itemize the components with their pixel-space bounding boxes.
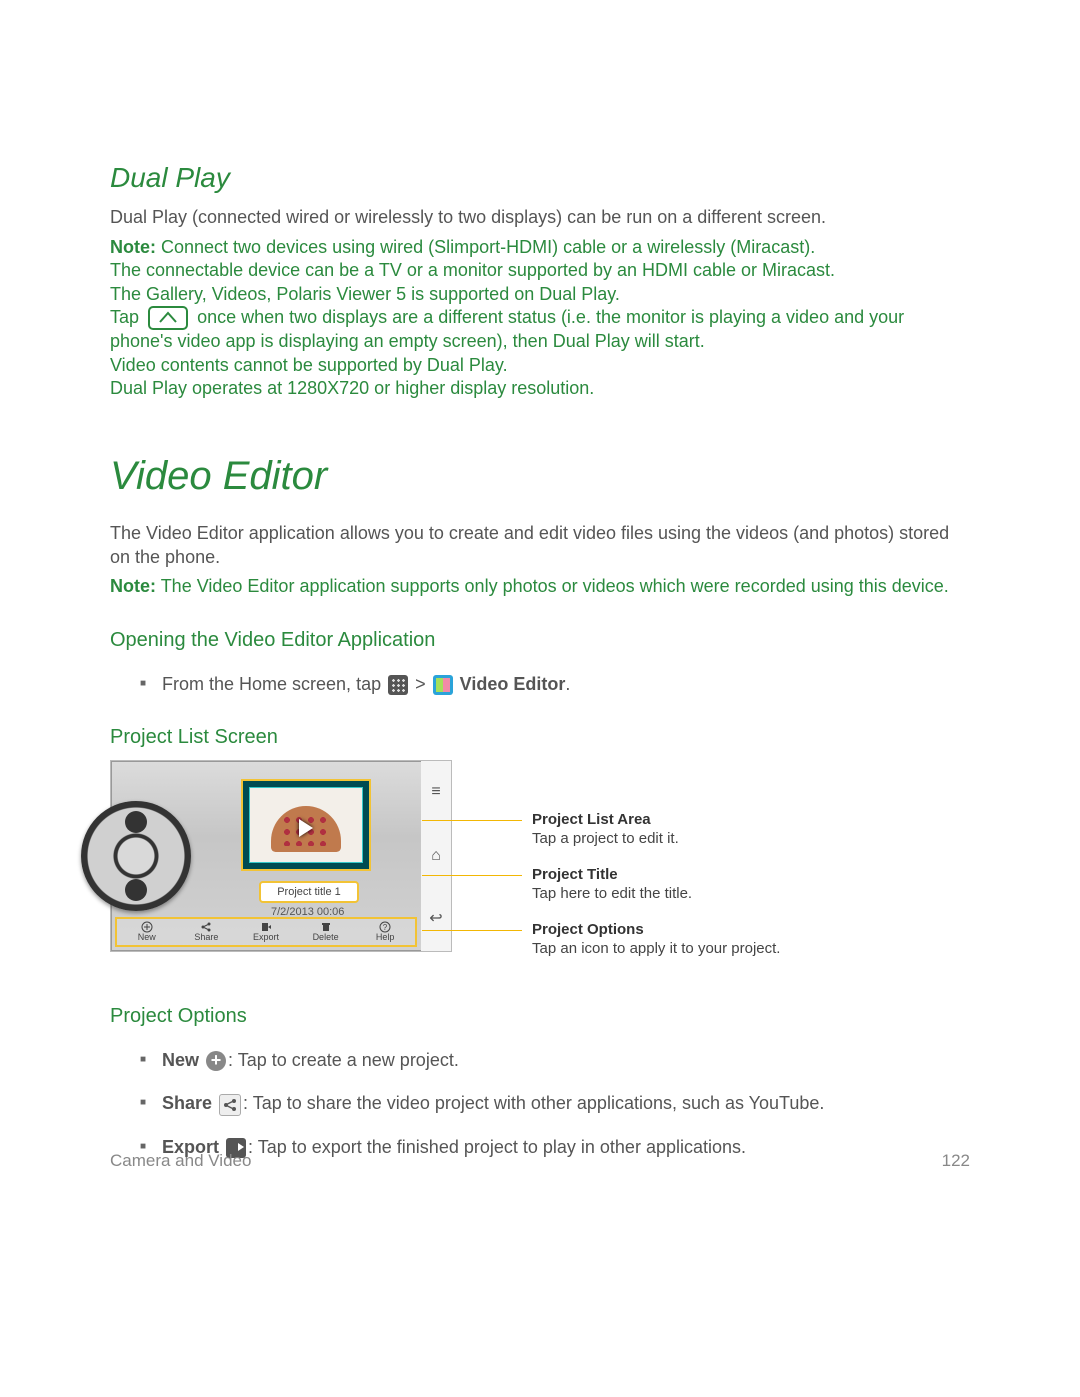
leader-line bbox=[462, 875, 522, 876]
callout-project-list-area: Project List Area Tap a project to edit … bbox=[462, 810, 780, 849]
new-label: New bbox=[138, 932, 156, 944]
project-title-field: Project title 1 bbox=[259, 881, 359, 903]
leader-line bbox=[462, 820, 522, 821]
video-editor-app-icon bbox=[433, 675, 453, 695]
delete-button: Delete bbox=[296, 919, 356, 945]
play-icon bbox=[299, 819, 313, 837]
app-name: Video Editor bbox=[460, 674, 566, 694]
dual-play-note: Note: Connect two devices using wired (S… bbox=[110, 236, 970, 401]
project-list-area bbox=[241, 779, 371, 871]
option-new: New : Tap to create a new project. bbox=[140, 1049, 970, 1072]
help-label: Help bbox=[376, 932, 395, 944]
video-editor-note: Note: The Video Editor application suppo… bbox=[110, 575, 970, 598]
callout-project-title: Project Title Tap here to edit the title… bbox=[462, 865, 780, 904]
open-pre: From the Home screen, tap bbox=[162, 674, 381, 694]
note-line-4b: once when two displays are a different s… bbox=[110, 307, 904, 351]
project-options-heading: Project Options bbox=[110, 1003, 970, 1029]
menu-icon: ≡ bbox=[421, 761, 451, 824]
opt-desc: : Tap to create a new project. bbox=[228, 1050, 459, 1070]
export-label: Export bbox=[253, 932, 279, 944]
note-label: Note: bbox=[110, 237, 156, 257]
open-app-step: From the Home screen, tap > Video Editor… bbox=[140, 673, 970, 696]
project-options-bar: New Share Export Delete ? Help bbox=[115, 917, 417, 947]
callout-title: Project List Area bbox=[532, 810, 780, 830]
share-button: Share bbox=[177, 919, 237, 945]
note-line-3: The Gallery, Videos, Polaris Viewer 5 is… bbox=[110, 284, 620, 304]
opt-name: New bbox=[162, 1050, 199, 1070]
dual-play-heading: Dual Play bbox=[110, 160, 970, 196]
footer-section: Camera and Video bbox=[110, 1150, 251, 1172]
home-key-icon bbox=[148, 306, 188, 330]
open-app-heading: Opening the Video Editor Application bbox=[110, 627, 970, 653]
note-line-1: Connect two devices using wired (Slimpor… bbox=[161, 237, 815, 257]
opt-desc: : Tap to share the video project with ot… bbox=[243, 1093, 824, 1113]
footer-page-number: 122 bbox=[942, 1150, 970, 1172]
callout-project-options: Project Options Tap an icon to apply it … bbox=[462, 920, 780, 959]
option-share: Share : Tap to share the video project w… bbox=[140, 1092, 970, 1115]
project-thumbnail bbox=[249, 787, 363, 863]
back-icon: ↩ bbox=[421, 888, 451, 951]
svg-text:?: ? bbox=[383, 923, 388, 932]
open-sep: > bbox=[415, 674, 426, 694]
page-footer: Camera and Video 122 bbox=[110, 1150, 970, 1172]
new-icon bbox=[206, 1051, 226, 1071]
video-editor-intro: The Video Editor application allows you … bbox=[110, 522, 970, 569]
note-line-5: Video contents cannot be supported by Du… bbox=[110, 355, 508, 375]
note-line-4a: Tap bbox=[110, 307, 139, 327]
apps-grid-icon bbox=[388, 675, 408, 695]
project-list-heading: Project List Screen bbox=[110, 724, 970, 750]
film-reel-icon bbox=[81, 801, 191, 911]
note-line-2: The connectable device can be a TV or a … bbox=[110, 260, 835, 280]
share-icon bbox=[219, 1094, 241, 1116]
leader-line bbox=[462, 930, 522, 931]
callout-title: Project Options bbox=[532, 920, 780, 940]
help-button: ? Help bbox=[355, 919, 415, 945]
note-line-6: Dual Play operates at 1280X720 or higher… bbox=[110, 378, 594, 398]
callout-list: Project List Area Tap a project to edit … bbox=[462, 760, 780, 975]
opt-name: Share bbox=[162, 1093, 212, 1113]
callout-title: Project Title bbox=[532, 865, 780, 885]
delete-label: Delete bbox=[313, 932, 339, 944]
project-list-screenshot: Project title 1 7/2/2013 00:06 New Share… bbox=[110, 760, 452, 952]
note-text: The Video Editor application supports on… bbox=[161, 576, 949, 596]
new-button: New bbox=[117, 919, 177, 945]
callout-desc: Tap an icon to apply it to your project. bbox=[532, 939, 780, 959]
dual-play-intro: Dual Play (connected wired or wirelessly… bbox=[110, 206, 970, 229]
dot: . bbox=[565, 674, 570, 694]
share-label: Share bbox=[194, 932, 218, 944]
callout-desc: Tap a project to edit it. bbox=[532, 829, 780, 849]
callout-desc: Tap here to edit the title. bbox=[532, 884, 780, 904]
nav-side-bar: ≡ ⌂ ↩ bbox=[421, 761, 451, 951]
export-button: Export bbox=[236, 919, 296, 945]
home-icon: ⌂ bbox=[421, 824, 451, 887]
note-label: Note: bbox=[110, 576, 156, 596]
video-editor-heading: Video Editor bbox=[110, 450, 970, 502]
project-list-figure: Project title 1 7/2/2013 00:06 New Share… bbox=[110, 760, 970, 975]
